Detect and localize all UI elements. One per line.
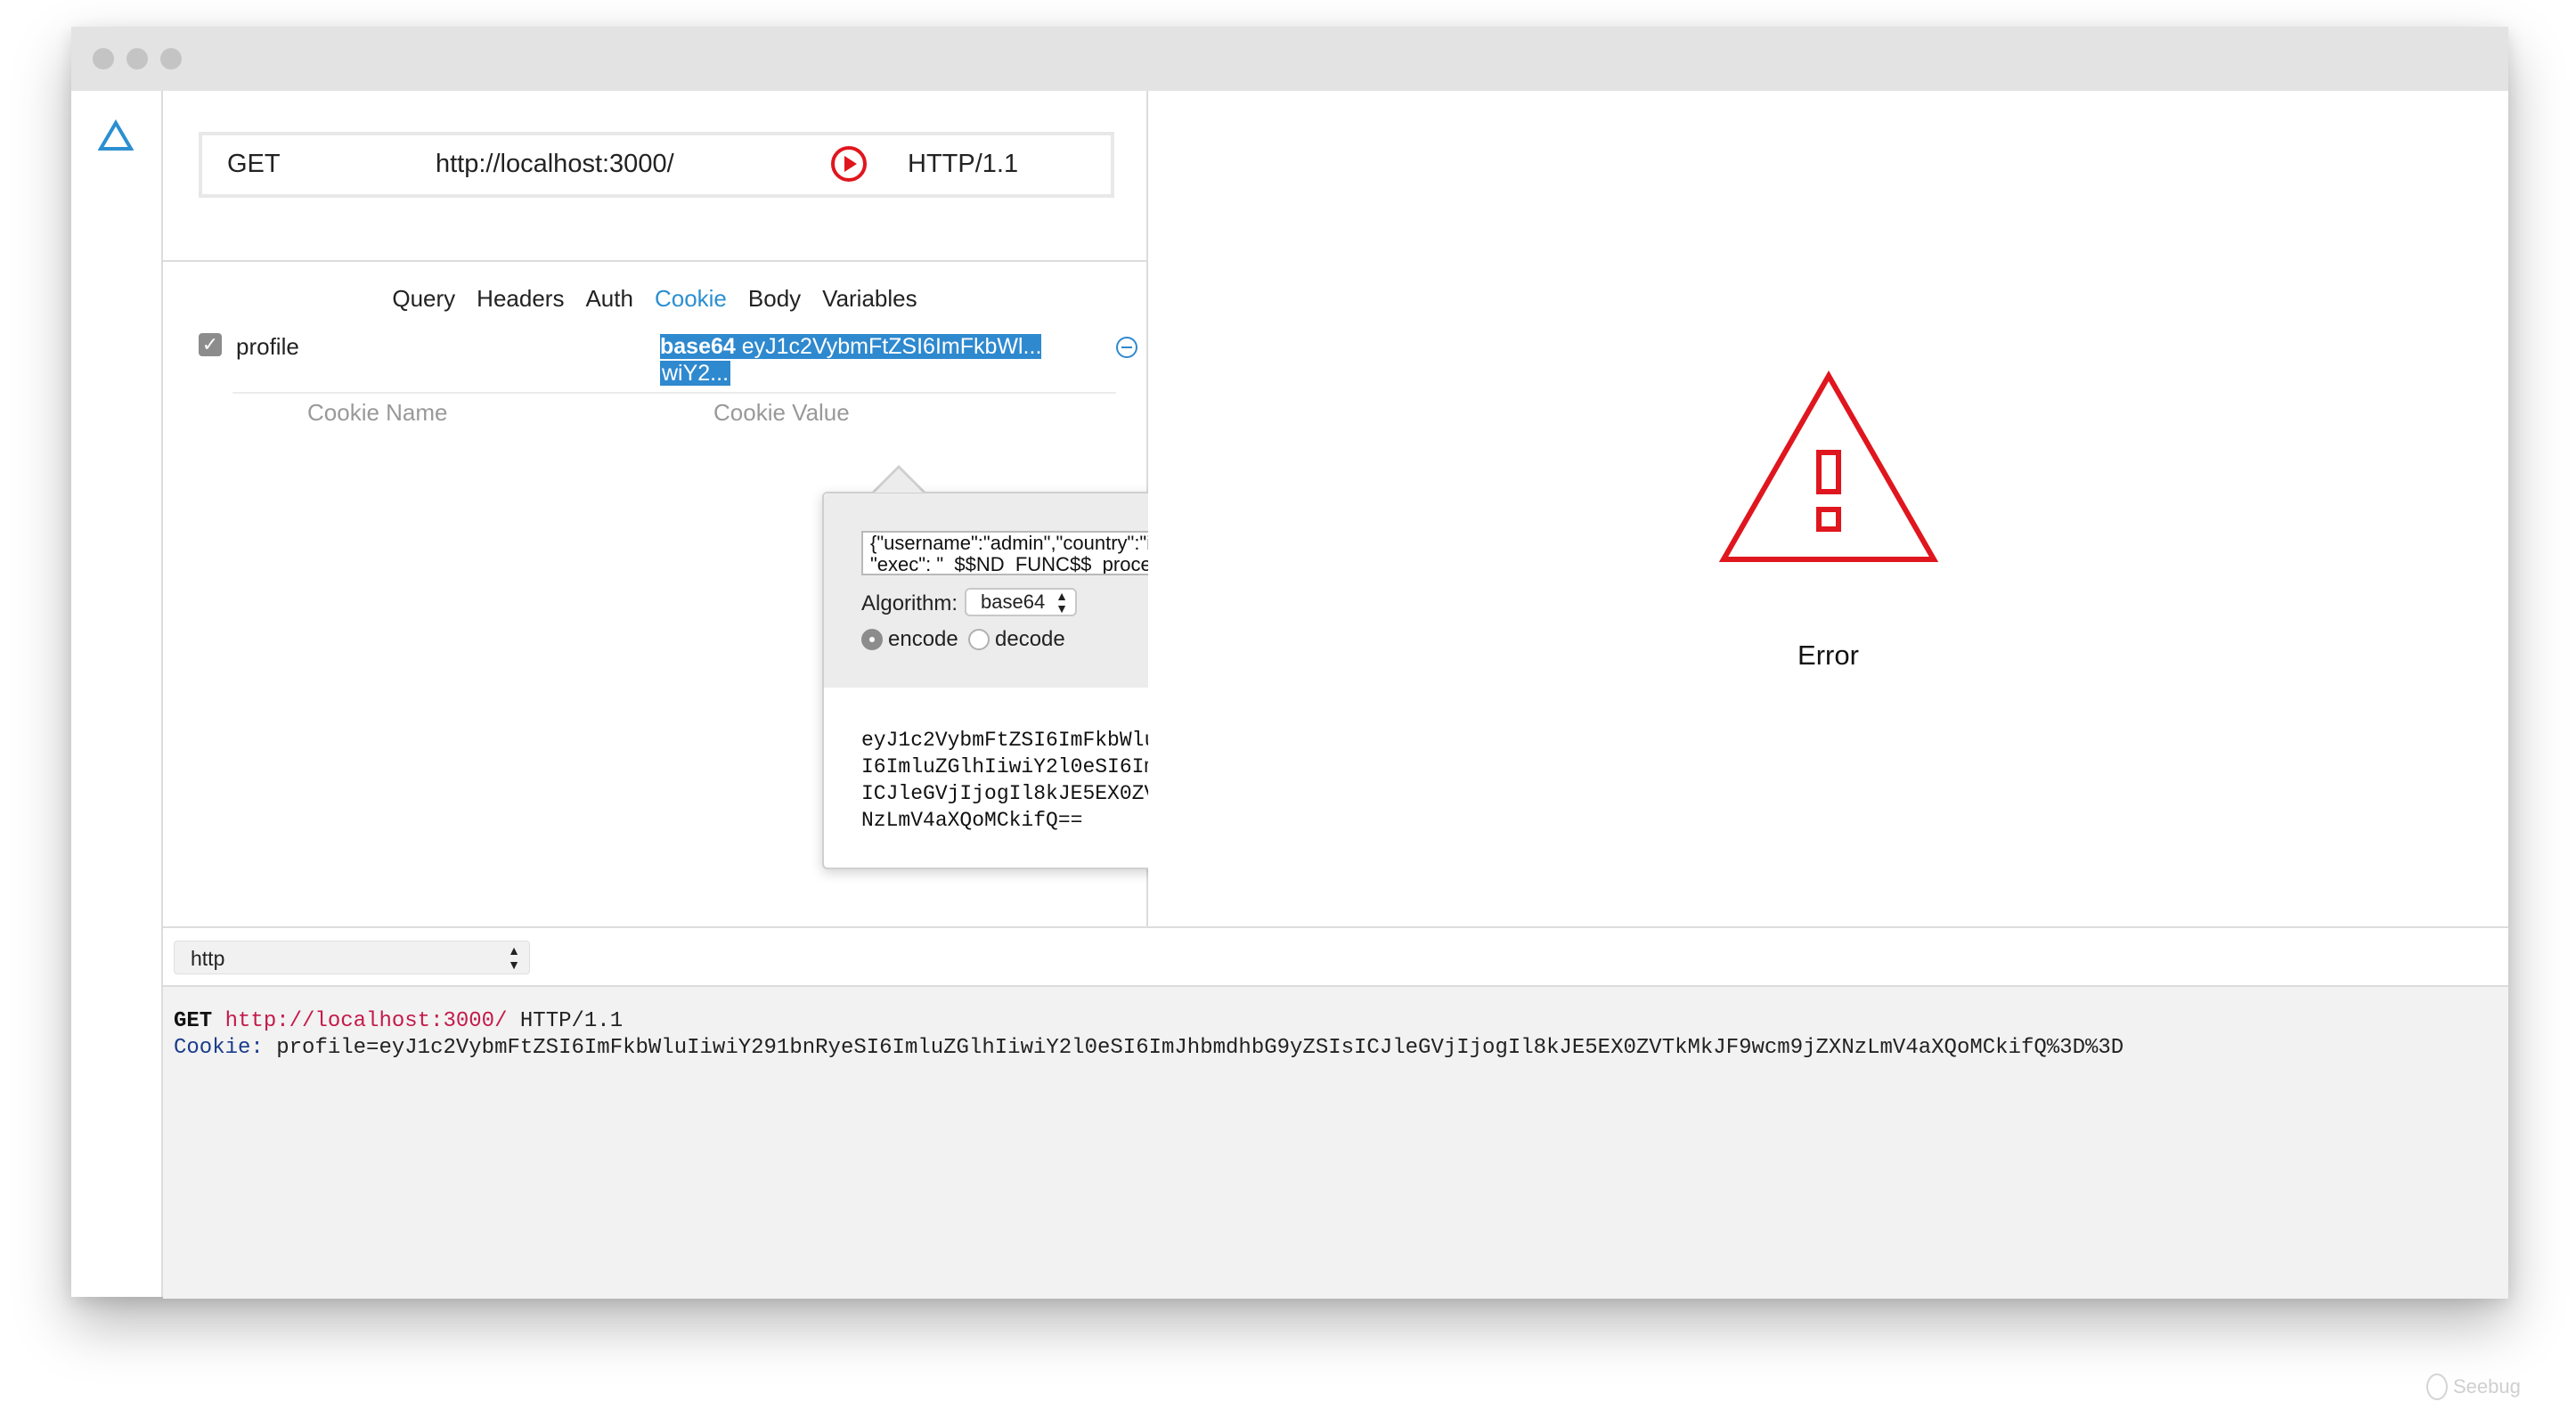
code-panel: http ▲ ▼ GET http://localhost:3000/ HTTP/… (163, 926, 2508, 1299)
decode-label[interactable]: decode (995, 627, 1065, 652)
code-toolbar: http ▲ ▼ (163, 928, 2508, 987)
remove-cookie-icon[interactable] (1116, 337, 1137, 358)
request-pane: GET http://localhost:3000/ HTTP/1.1 Quer… (163, 91, 1431, 926)
url-bar: GET http://localhost:3000/ HTTP/1.1 (199, 132, 1114, 198)
code-url: http://localhost:3000/ (224, 1009, 508, 1033)
minimize-window-button[interactable] (126, 48, 148, 69)
generated-request: GET http://localhost:3000/ HTTP/1.1 Cook… (174, 1008, 2124, 1062)
error-label: Error (1797, 640, 1859, 671)
row-divider (232, 392, 1116, 394)
sidebar (71, 91, 163, 1297)
new-cookie-value-input[interactable]: Cookie Value (713, 399, 850, 427)
url-input[interactable]: http://localhost:3000/ (436, 150, 674, 179)
language-select[interactable]: http ▲ ▼ (174, 941, 530, 974)
tab-query[interactable]: Query (392, 274, 455, 319)
title-bar (71, 27, 2508, 92)
http-version-select[interactable]: HTTP/1.1 (908, 150, 1018, 179)
request-tabs: Query Headers Auth Cookie Body Variables (163, 274, 1146, 319)
warning-icon (1718, 371, 1939, 562)
tab-auth[interactable]: Auth (585, 274, 633, 319)
zoom-window-button[interactable] (160, 48, 182, 69)
tab-cookie[interactable]: Cookie (655, 274, 727, 319)
encode-label[interactable]: encode (888, 627, 958, 652)
cookie-value-line2: wiY2... (660, 361, 731, 386)
close-window-button[interactable] (93, 48, 114, 69)
cookie-value-tag: base64 (660, 334, 736, 359)
code-header-value: profile=eyJ1c2VybmFtZSI6ImFkbWluIiwiY291… (276, 1036, 2124, 1060)
app-window: GET http://localhost:3000/ HTTP/1.1 Quer… (71, 27, 2508, 1299)
language-value: http (191, 947, 225, 970)
tabs-divider (163, 260, 1146, 262)
select-arrows-icon: ▲ ▼ (508, 943, 520, 972)
popover-arrow-fill (875, 469, 923, 493)
response-pane: Error (1148, 91, 2508, 926)
tab-headers[interactable]: Headers (477, 274, 564, 319)
algorithm-label: Algorithm: (861, 591, 958, 615)
tab-variables[interactable]: Variables (822, 274, 917, 319)
app-logo-icon[interactable] (98, 119, 134, 151)
new-cookie-name-input[interactable]: Cookie Name (307, 399, 448, 427)
tab-body[interactable]: Body (748, 274, 801, 319)
decode-radio[interactable] (968, 629, 990, 650)
cookie-name-field[interactable]: profile (236, 333, 299, 361)
algorithm-value: base64 (981, 591, 1046, 613)
code-version: HTTP/1.1 (519, 1009, 624, 1033)
method-select[interactable]: GET (227, 150, 281, 179)
watermark-logo-icon (2426, 1373, 2448, 1400)
cookie-value-field[interactable]: base64 eyJ1c2VybmFtZSI6ImFkbWl... wiY2..… (660, 333, 1070, 387)
send-play-icon[interactable] (829, 144, 868, 183)
encode-radio[interactable] (861, 629, 883, 650)
code-header-name: Cookie: (174, 1036, 264, 1060)
select-arrows-icon: ▲ ▼ (1056, 589, 1068, 615)
cookie-enabled-checkbox[interactable]: ✓ (199, 333, 222, 356)
code-method: GET (174, 1009, 213, 1033)
cookie-value-line1: eyJ1c2VybmFtZSI6ImFkbWl... (741, 334, 1042, 359)
algorithm-select[interactable]: base64 ▲ ▼ (965, 588, 1077, 616)
watermark: Seebug (2453, 1375, 2521, 1398)
